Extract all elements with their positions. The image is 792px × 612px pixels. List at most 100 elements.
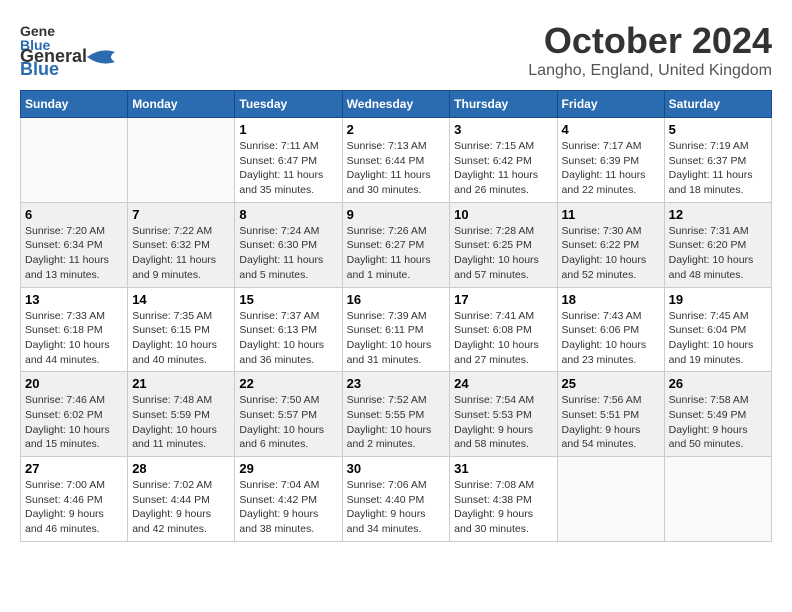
- calendar-day-cell: 19Sunrise: 7:45 AM Sunset: 6:04 PM Dayli…: [664, 287, 771, 372]
- month-title: October 2024: [528, 20, 772, 62]
- calendar-day-cell: [21, 118, 128, 203]
- day-info: Sunrise: 7:45 AM Sunset: 6:04 PM Dayligh…: [669, 309, 767, 368]
- day-info: Sunrise: 7:43 AM Sunset: 6:06 PM Dayligh…: [562, 309, 660, 368]
- calendar-day-cell: 30 Sunrise: 7:06 AM Sunset: 4:40 PM Dayli…: [342, 457, 450, 542]
- logo-swoosh: [87, 47, 115, 67]
- calendar-week-row: 27 Sunrise: 7:00 AM Sunset: 4:46 PM Dayli…: [21, 457, 772, 542]
- day-number: 1: [239, 122, 337, 137]
- calendar-day-cell: 10 Sunrise: 7:28 AM Sunset: 6:25 PM Dayli…: [450, 202, 557, 287]
- day-number: 29: [239, 461, 337, 476]
- calendar-day-cell: 13 Sunrise: 7:33 AM Sunset: 6:18 PM Dayli…: [21, 287, 128, 372]
- day-info: Sunrise: 7:41 AM Sunset: 6:08 PM Dayligh…: [454, 309, 552, 368]
- day-number: 11: [562, 207, 660, 222]
- day-number: 21: [132, 376, 230, 391]
- calendar-day-cell: 29Sunrise: 7:04 AM Sunset: 4:42 PM Dayli…: [235, 457, 342, 542]
- day-number: 6: [25, 207, 123, 222]
- day-info: Sunrise: 7:20 AM Sunset: 6:34 PM Dayligh…: [25, 224, 123, 283]
- day-info: Sunrise: 7:48 AM Sunset: 5:59 PM Dayligh…: [132, 393, 230, 452]
- calendar-day-cell: 2Sunrise: 7:13 AM Sunset: 6:44 PM Daylig…: [342, 118, 450, 203]
- calendar-day-cell: 11Sunrise: 7:30 AM Sunset: 6:22 PM Dayli…: [557, 202, 664, 287]
- logo-blue: Blue: [20, 59, 59, 80]
- day-info: Sunrise: 7:54 AM Sunset: 5:53 PM Dayligh…: [454, 393, 552, 452]
- calendar-day-cell: 1 Sunrise: 7:11 AM Sunset: 6:47 PM Daylig…: [235, 118, 342, 203]
- calendar-day-cell: 22 Sunrise: 7:50 AM Sunset: 5:57 PM Dayli…: [235, 372, 342, 457]
- day-number: 20: [25, 376, 123, 391]
- calendar-day-cell: 21 Sunrise: 7:48 AM Sunset: 5:59 PM Dayli…: [128, 372, 235, 457]
- day-info: Sunrise: 7:28 AM Sunset: 6:25 PM Dayligh…: [454, 224, 552, 283]
- day-info: Sunrise: 7:00 AM Sunset: 4:46 PM Dayligh…: [25, 478, 123, 537]
- location: Langho, England, United Kingdom: [528, 62, 772, 80]
- day-number: 13: [25, 292, 123, 307]
- day-number: 26: [669, 376, 767, 391]
- page-header: General Blue General Blue October 2024 L…: [20, 20, 772, 80]
- day-info: Sunrise: 7:08 AM Sunset: 4:38 PM Dayligh…: [454, 478, 552, 537]
- day-info: Sunrise: 7:35 AM Sunset: 6:15 PM Dayligh…: [132, 309, 230, 368]
- day-number: 24: [454, 376, 552, 391]
- calendar-day-cell: 28 Sunrise: 7:02 AM Sunset: 4:44 PM Dayli…: [128, 457, 235, 542]
- day-info: Sunrise: 7:33 AM Sunset: 6:18 PM Dayligh…: [25, 309, 123, 368]
- day-info: Sunrise: 7:06 AM Sunset: 4:40 PM Dayligh…: [347, 478, 446, 537]
- calendar-day-cell: 23 Sunrise: 7:52 AM Sunset: 5:55 PM Dayli…: [342, 372, 450, 457]
- day-info: Sunrise: 7:58 AM Sunset: 5:49 PM Dayligh…: [669, 393, 767, 452]
- day-info: Sunrise: 7:39 AM Sunset: 6:11 PM Dayligh…: [347, 309, 446, 368]
- day-info: Sunrise: 7:31 AM Sunset: 6:20 PM Dayligh…: [669, 224, 767, 283]
- day-info: Sunrise: 7:56 AM Sunset: 5:51 PM Dayligh…: [562, 393, 660, 452]
- calendar-week-row: 13 Sunrise: 7:33 AM Sunset: 6:18 PM Dayli…: [21, 287, 772, 372]
- day-number: 9: [347, 207, 446, 222]
- calendar-day-cell: 26 Sunrise: 7:58 AM Sunset: 5:49 PM Dayli…: [664, 372, 771, 457]
- calendar-day-cell: 16 Sunrise: 7:39 AM Sunset: 6:11 PM Dayli…: [342, 287, 450, 372]
- calendar-day-cell: 24 Sunrise: 7:54 AM Sunset: 5:53 PM Dayli…: [450, 372, 557, 457]
- calendar-day-cell: 15Sunrise: 7:37 AM Sunset: 6:13 PM Dayli…: [235, 287, 342, 372]
- calendar-day-cell: 6 Sunrise: 7:20 AM Sunset: 6:34 PM Daylig…: [21, 202, 128, 287]
- day-number: 25: [562, 376, 660, 391]
- calendar-day-cell: [557, 457, 664, 542]
- day-number: 17: [454, 292, 552, 307]
- day-info: Sunrise: 7:50 AM Sunset: 5:57 PM Dayligh…: [239, 393, 337, 452]
- day-info: Sunrise: 7:52 AM Sunset: 5:55 PM Dayligh…: [347, 393, 446, 452]
- day-number: 30: [347, 461, 446, 476]
- day-number: 4: [562, 122, 660, 137]
- calendar-day-cell: [128, 118, 235, 203]
- day-number: 8: [239, 207, 337, 222]
- calendar-table: SundayMondayTuesdayWednesdayThursdayFrid…: [20, 90, 772, 542]
- day-number: 23: [347, 376, 446, 391]
- day-info: Sunrise: 7:19 AM Sunset: 6:37 PM Dayligh…: [669, 139, 767, 198]
- day-number: 28: [132, 461, 230, 476]
- day-info: Sunrise: 7:13 AM Sunset: 6:44 PM Dayligh…: [347, 139, 446, 198]
- day-number: 10: [454, 207, 552, 222]
- day-number: 7: [132, 207, 230, 222]
- calendar-day-cell: 31 Sunrise: 7:08 AM Sunset: 4:38 PM Dayli…: [450, 457, 557, 542]
- calendar-day-cell: 3Sunrise: 7:15 AM Sunset: 6:42 PM Daylig…: [450, 118, 557, 203]
- calendar-day-cell: 12Sunrise: 7:31 AM Sunset: 6:20 PM Dayli…: [664, 202, 771, 287]
- weekday-header: Tuesday: [235, 91, 342, 118]
- calendar-day-cell: 14 Sunrise: 7:35 AM Sunset: 6:15 PM Dayli…: [128, 287, 235, 372]
- day-number: 27: [25, 461, 123, 476]
- calendar-day-cell: 5Sunrise: 7:19 AM Sunset: 6:37 PM Daylig…: [664, 118, 771, 203]
- day-info: Sunrise: 7:22 AM Sunset: 6:32 PM Dayligh…: [132, 224, 230, 283]
- day-number: 31: [454, 461, 552, 476]
- day-info: Sunrise: 7:11 AM Sunset: 6:47 PM Dayligh…: [239, 139, 337, 198]
- logo: General Blue General Blue: [20, 20, 115, 80]
- calendar-day-cell: 20 Sunrise: 7:46 AM Sunset: 6:02 PM Dayli…: [21, 372, 128, 457]
- day-number: 3: [454, 122, 552, 137]
- calendar-day-cell: 25 Sunrise: 7:56 AM Sunset: 5:51 PM Dayli…: [557, 372, 664, 457]
- weekday-header: Sunday: [21, 91, 128, 118]
- calendar-week-row: 6 Sunrise: 7:20 AM Sunset: 6:34 PM Daylig…: [21, 202, 772, 287]
- day-number: 16: [347, 292, 446, 307]
- day-number: 22: [239, 376, 337, 391]
- day-number: 15: [239, 292, 337, 307]
- day-number: 14: [132, 292, 230, 307]
- weekday-header: Thursday: [450, 91, 557, 118]
- weekday-header: Wednesday: [342, 91, 450, 118]
- calendar-week-row: 1 Sunrise: 7:11 AM Sunset: 6:47 PM Daylig…: [21, 118, 772, 203]
- calendar-day-cell: 8Sunrise: 7:24 AM Sunset: 6:30 PM Daylig…: [235, 202, 342, 287]
- calendar-week-row: 20 Sunrise: 7:46 AM Sunset: 6:02 PM Dayli…: [21, 372, 772, 457]
- calendar-day-cell: 7 Sunrise: 7:22 AM Sunset: 6:32 PM Daylig…: [128, 202, 235, 287]
- day-info: Sunrise: 7:02 AM Sunset: 4:44 PM Dayligh…: [132, 478, 230, 537]
- calendar-day-cell: 27 Sunrise: 7:00 AM Sunset: 4:46 PM Dayli…: [21, 457, 128, 542]
- day-info: Sunrise: 7:46 AM Sunset: 6:02 PM Dayligh…: [25, 393, 123, 452]
- day-info: Sunrise: 7:26 AM Sunset: 6:27 PM Dayligh…: [347, 224, 446, 283]
- weekday-header: Monday: [128, 91, 235, 118]
- day-info: Sunrise: 7:17 AM Sunset: 6:39 PM Dayligh…: [562, 139, 660, 198]
- calendar-header-row: SundayMondayTuesdayWednesdayThursdayFrid…: [21, 91, 772, 118]
